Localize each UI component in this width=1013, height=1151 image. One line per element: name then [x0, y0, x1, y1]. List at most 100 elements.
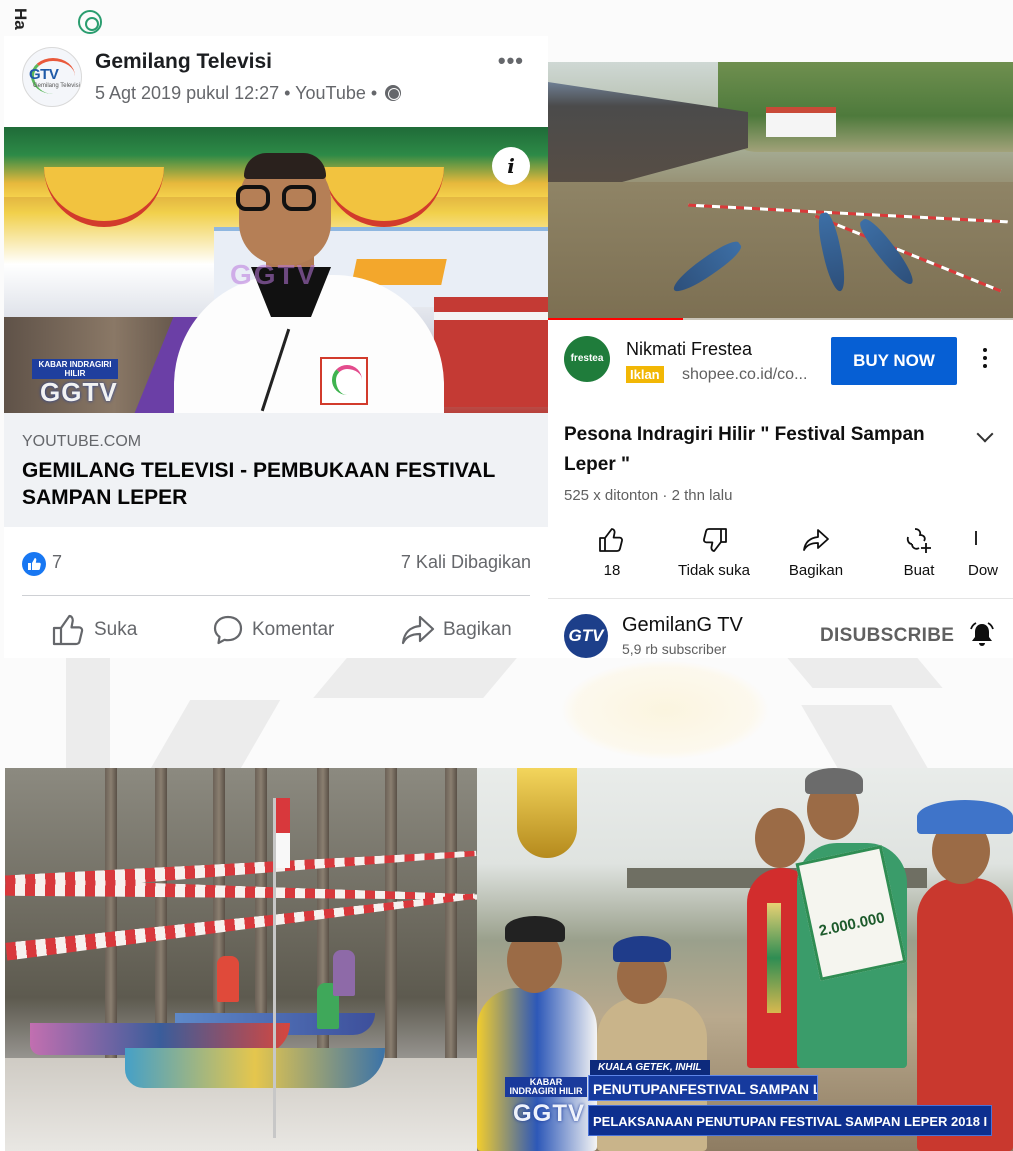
create-icon [906, 528, 931, 553]
stage-rail [434, 312, 548, 320]
create-label: Buat [903, 562, 935, 579]
edge-text: Ha [11, 8, 30, 30]
trophy [767, 903, 781, 1013]
glasses-icon [236, 185, 270, 211]
like-button[interactable]: Suka [52, 612, 137, 648]
post-stats: 7 7 Kali Dibagikan [4, 541, 548, 591]
channel-watermark: GGTV [230, 259, 318, 290]
dislike-button[interactable]: Tidak suka [669, 524, 759, 579]
like-button[interactable]: 18 [567, 524, 657, 579]
ad-banner[interactable]: frestea Nikmati Frestea Iklan shopee.co.… [548, 322, 1013, 402]
dislike-label: Tidak suka [678, 562, 750, 579]
cap [613, 936, 671, 962]
mudflat [548, 182, 1013, 320]
rower [217, 956, 239, 1002]
cap [805, 768, 863, 794]
pavilion [766, 107, 836, 137]
comment-icon [213, 615, 243, 645]
divider [548, 598, 1013, 599]
boat [125, 1048, 385, 1088]
video-title[interactable]: Pesona Indragiri Hilir " Festival Sampan… [564, 420, 954, 480]
share-label: Bagikan [443, 619, 512, 640]
post-actions: Suka Komentar Bagikan [4, 606, 548, 656]
ad-more-options-icon[interactable] [983, 344, 987, 372]
person-head [755, 808, 805, 868]
tent-drape [324, 167, 444, 227]
watermark-shape [66, 655, 110, 770]
tree-line [718, 62, 1013, 152]
cap [917, 800, 1013, 834]
channel-bug: KABAR INDRAGIRI HILIR GGTV [32, 359, 118, 407]
tree-trunk [385, 768, 397, 1058]
chevron-down-icon[interactable] [976, 425, 994, 443]
ad-badge: Iklan [626, 366, 664, 383]
news-lower-third: KABAR INDRAGIRI HILIR GGTV KUALA GETEK, … [477, 1060, 1013, 1151]
share-icon [803, 529, 829, 551]
photo-award-ceremony: 2.000.000 KABAR INDRAGIRI HILIR GGTV KUA… [477, 768, 1013, 1151]
thumbs-up-icon [599, 528, 623, 552]
video-progress-fill [548, 318, 683, 320]
tree-trunk [105, 768, 117, 1058]
tree-trunk [445, 768, 457, 1058]
prize-amount: 2.000.000 [817, 909, 887, 940]
video-progress-bar[interactable] [548, 318, 1013, 320]
subscribe-button[interactable]: DISUBSCRIBE [820, 625, 954, 647]
divider [22, 595, 530, 596]
reaction-count[interactable]: 7 [52, 552, 62, 573]
video-thumbnail[interactable]: GGTV i KABAR INDRAGIRI HILIR GGTV [4, 127, 548, 413]
buy-now-button[interactable]: BUY NOW [831, 337, 957, 385]
glasses-icon [282, 185, 316, 211]
download-icon [975, 531, 977, 545]
photo-boat-race [5, 768, 477, 1151]
avatar-logo-text: GTV [29, 66, 59, 83]
download-label: Dow [968, 562, 999, 579]
notification-bell-icon[interactable] [968, 621, 996, 654]
watermark-shape [801, 705, 929, 770]
shirt-logo [320, 357, 368, 405]
lower-third-headline: PENUTUPANFESTIVAL SAMPAN LEPER [588, 1075, 818, 1101]
facebook-post: GTV Gemilang Televisi Gemilang Televisi … [4, 36, 548, 658]
info-icon[interactable]: i [492, 147, 530, 185]
download-button[interactable]: Dow [968, 524, 1013, 579]
like-label: Suka [94, 619, 138, 640]
post-meta: 5 Agt 2019 pukul 12:27 • YouTube • [95, 83, 402, 104]
like-count: 18 [603, 562, 621, 579]
video-player[interactable] [548, 62, 1013, 320]
status-circle-icon [78, 10, 102, 34]
lower-third-kabar: KABAR INDRAGIRI HILIR [505, 1077, 587, 1097]
lower-third-logo: GGTV [513, 1100, 586, 1127]
channel-name[interactable]: GemilanG TV [622, 614, 743, 637]
bug-logo: GGTV [40, 377, 118, 407]
share-count[interactable]: 7 Kali Dibagikan [401, 552, 531, 573]
watermark-shape [787, 658, 943, 688]
page-avatar[interactable]: GTV Gemilang Televisi [22, 47, 82, 107]
cap [505, 916, 565, 942]
tree-trunk [155, 768, 167, 1058]
share-icon [401, 615, 435, 645]
share-label: Bagikan [788, 562, 844, 579]
subscriber-count: 5,9 rb subscriber [622, 641, 727, 657]
person-hair [244, 153, 326, 179]
watermark-shape [313, 658, 517, 698]
more-options-button[interactable]: ••• [498, 48, 524, 74]
channel-avatar[interactable]: GTV [564, 614, 608, 658]
tent-drape [44, 167, 164, 227]
ad-url: shopee.co.id/co... [682, 366, 808, 383]
video-views: 525 x ditonton · 2 thn lalu [564, 487, 733, 504]
link-preview[interactable]: YOUTUBE.COM GEMILANG TELEVISI - PEMBUKAA… [4, 413, 548, 527]
globe-icon [385, 85, 402, 101]
lower-third-subline: PELAKSANAAN PENUTUPAN FESTIVAL SAMPAN LE… [588, 1105, 992, 1136]
share-button[interactable]: Bagikan [771, 524, 861, 579]
post-header: GTV Gemilang Televisi Gemilang Televisi … [4, 36, 548, 126]
gold-decoration [517, 768, 577, 858]
watermark-emblem [560, 660, 770, 760]
share-button[interactable]: Bagikan [401, 612, 512, 648]
avatar-logo-subtext: Gemilang Televisi [33, 83, 80, 89]
page-name[interactable]: Gemilang Televisi [95, 50, 272, 74]
like-reaction-icon [22, 552, 46, 576]
ad-title: Nikmati Frestea [626, 339, 753, 359]
post-meta-text: 5 Agt 2019 pukul 12:27 • YouTube • [95, 83, 378, 103]
comment-button[interactable]: Komentar [212, 612, 334, 648]
link-domain: YOUTUBE.COM [22, 433, 142, 450]
create-button[interactable]: Buat [874, 524, 964, 579]
